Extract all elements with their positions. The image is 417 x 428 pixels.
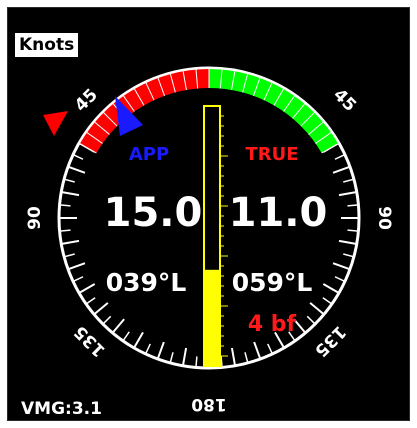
dial-label-90-right: 90	[374, 206, 394, 230]
dial-tick	[332, 165, 351, 174]
dial-tick	[133, 331, 144, 349]
dial-tick	[144, 343, 151, 355]
dial-tick	[63, 178, 75, 183]
dial-tick	[347, 229, 359, 232]
dial-label-180: 180	[191, 394, 227, 414]
dial-tick	[67, 165, 86, 174]
apparent-label: APP	[129, 144, 169, 165]
dial-tick	[59, 204, 71, 207]
apparent-speed-value: 15.0	[104, 190, 203, 236]
apparent-angle-value: 039°L	[106, 268, 187, 297]
wind-display-screen: 45 45 90 90 135 135 180 APP 15.0 039°L T…	[7, 7, 410, 421]
dial-tick	[230, 347, 237, 366]
dial-tick	[267, 343, 274, 355]
dial-tick	[322, 283, 340, 294]
dial-tick	[338, 239, 357, 246]
dial-tick	[169, 352, 174, 364]
speed-bar-fill	[205, 269, 219, 366]
true-wind-arrow-icon	[43, 111, 68, 136]
dial-tick	[59, 229, 71, 232]
dial-tick	[343, 178, 355, 183]
dial-tick	[61, 239, 80, 246]
dial-tick	[334, 276, 346, 283]
dial-tick	[102, 315, 112, 325]
dial-tick	[306, 315, 316, 325]
dial-tick	[72, 276, 84, 283]
dial-tick	[93, 302, 109, 316]
true-wind-speed-value: 11.0	[229, 190, 328, 236]
wind-dial: 45 45 90 90 135 135 180 APP 15.0 039°L T…	[25, 66, 394, 414]
dial-tick	[181, 347, 188, 366]
dial-tick	[253, 341, 262, 360]
dial-tick	[156, 341, 165, 360]
dial-label-135-right: 135	[310, 321, 349, 360]
dial-tick	[343, 253, 355, 258]
dial-tick	[111, 318, 125, 334]
dial-label-45-right: 45	[329, 85, 360, 116]
dial-tick	[61, 190, 80, 197]
dial-tick	[347, 204, 359, 207]
dial-tick	[334, 153, 346, 160]
dial-label-45-left: 45	[71, 85, 102, 116]
dial-tick	[309, 302, 325, 316]
dial-tick	[78, 283, 96, 294]
speed-bar-ticks	[220, 115, 228, 357]
dial-tick	[322, 297, 333, 305]
dial-tick	[67, 262, 86, 271]
dial-tick	[244, 352, 249, 364]
beaufort-value: 4 bf	[248, 312, 297, 337]
instrument-frame: 45 45 90 90 135 135 180 APP 15.0 039°L T…	[0, 0, 417, 428]
dial-tick	[332, 262, 351, 271]
dial-tick	[195, 356, 198, 368]
dial-tick	[220, 356, 223, 368]
true-wind-label: TRUE	[245, 144, 298, 165]
dial-tick	[85, 297, 96, 305]
dial-tick	[72, 153, 84, 160]
dial-label-90-left: 90	[25, 206, 45, 230]
vmg-readout: VMG:3.1	[21, 399, 102, 419]
dial-tick	[122, 331, 130, 342]
dial-tick	[338, 190, 357, 197]
true-wind-angle-value: 059°L	[232, 268, 313, 297]
dial-tick	[63, 253, 75, 258]
dial-label-135-left: 135	[70, 321, 109, 360]
units-label: Knots	[15, 33, 79, 57]
